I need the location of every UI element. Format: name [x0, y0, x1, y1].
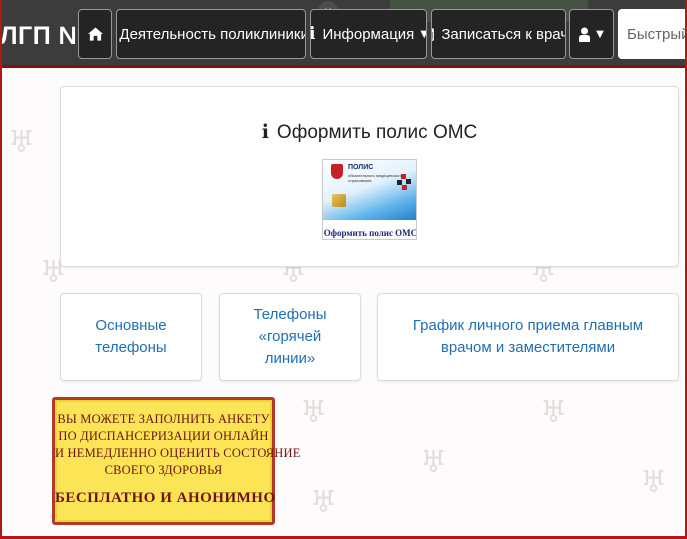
caret-down-icon: ▼ [420, 29, 426, 40]
info-icon: i [261, 121, 269, 143]
user-icon [579, 27, 591, 42]
banner-line: ВЫ МОЖЕТЕ ЗАПОЛНИТЬ АНКЕТУ [57, 412, 270, 426]
card-chip-icon [332, 194, 346, 207]
oms-policy-title[interactable]: i Оформить полис ОМС [61, 121, 678, 144]
dispanserization-survey-banner[interactable]: ВЫ МОЖЕТЕ ЗАПОЛНИТЬ АНКЕТУ ПО ДИСПАНСЕРИ… [52, 397, 301, 525]
banner-emphasis: БЕСПЛАТНО И АНОНИМНО [55, 490, 276, 506]
banner-line: ПО ДИСПАНСЕРИЗАЦИИ ОНЛАЙН [58, 429, 269, 443]
home-button[interactable] [78, 9, 112, 59]
site-brand[interactable]: ЛГП №1 [0, 16, 76, 56]
reception-schedule-link-label: График личного приема главным врачом и з… [412, 317, 644, 356]
hotline-phones-link[interactable]: Телефоны «горячей линии» [219, 293, 361, 381]
main-phones-link[interactable]: Основные телефоны [60, 293, 202, 381]
home-icon [87, 27, 103, 41]
appointment-label: Записаться к врачу [441, 25, 566, 43]
activity-menu-button[interactable]: Деятельность поликлиники ▼ [116, 9, 306, 59]
coat-of-arms-icon [331, 164, 343, 179]
appointment-button[interactable]: Записаться к врачу [431, 9, 566, 59]
oms-policy-panel: i Оформить полис ОМС ПОЛИС обязательного … [60, 86, 679, 267]
reception-schedule-link[interactable]: График личного приема главным врачом и з… [377, 293, 679, 381]
logo-pixel [402, 185, 407, 190]
card-caption: Оформить полис ОМС [323, 228, 417, 238]
oms-policy-card-image[interactable]: ПОЛИС обязательного медицинского страхов… [322, 159, 417, 240]
info-menu-label: Информация [322, 25, 415, 43]
hotline-phones-link-label: Телефоны «горячей линии» [253, 306, 327, 367]
user-menu-button[interactable]: ▼ [569, 9, 614, 59]
oms-policy-title-text: Оформить полис ОМС [276, 122, 478, 143]
calendar-check-icon [432, 27, 435, 41]
card-word: ПОЛИС [348, 164, 374, 171]
logo-pixel [406, 179, 411, 184]
info-icon: i [311, 24, 315, 44]
quick-search-input[interactable] [618, 9, 687, 59]
main-phones-link-label: Основные телефоны [95, 317, 167, 356]
top-navbar: ✕ ЛГП №1 Деятельность поликлиники ▼ i Ин… [0, 0, 687, 68]
banner-line: И НЕМЕДЛЕННО ОЦЕНИТЬ СОСТОЯНИЕ [55, 446, 301, 460]
banner-text: ВЫ МОЖЕТЕ ЗАПОЛНИТЬ АНКЕТУ ПО ДИСПАНСЕРИ… [55, 411, 301, 479]
info-menu-button[interactable]: i Информация ▼ [310, 9, 427, 59]
activity-menu-label: Деятельность поликлиники [119, 25, 306, 43]
banner-line: СВОЕГО ЗДОРОВЬЯ [104, 463, 223, 477]
caret-down-icon: ▼ [596, 28, 604, 40]
